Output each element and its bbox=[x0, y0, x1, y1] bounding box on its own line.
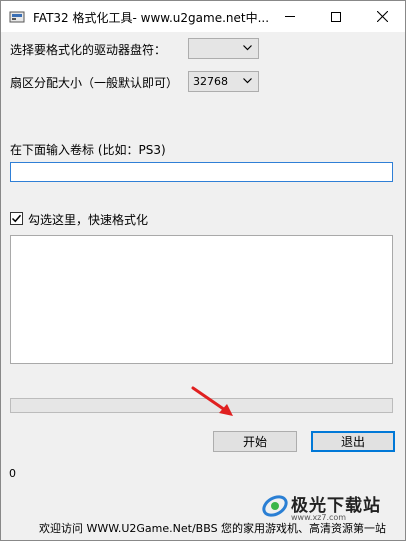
minimize-icon bbox=[285, 16, 295, 17]
quick-format-checkbox[interactable] bbox=[10, 212, 23, 225]
quick-format-label[interactable]: 勾选这里，快速格式化 bbox=[28, 211, 148, 228]
chevron-down-icon bbox=[243, 45, 252, 51]
footer-text: 欢迎访问 WWW.U2Game.Net/BBS 您的家用游戏机、高清资源第一站 bbox=[39, 522, 387, 535]
maximize-icon bbox=[331, 11, 341, 22]
log-textarea[interactable] bbox=[10, 235, 393, 364]
app-icon bbox=[9, 11, 25, 23]
close-icon bbox=[376, 11, 388, 22]
title-bar[interactable]: FAT32 格式化工具- www.u2game.net中... bbox=[1, 1, 405, 32]
drive-select[interactable] bbox=[188, 38, 259, 59]
maximize-button[interactable] bbox=[313, 1, 359, 32]
volume-label-caption: 在下面输入卷标 (比如：PS3) bbox=[10, 143, 166, 157]
sector-size-select[interactable]: 32768 bbox=[188, 71, 259, 92]
start-button[interactable]: 开始 bbox=[213, 431, 297, 452]
red-arrow-icon bbox=[191, 386, 233, 416]
aurora-logo-icon bbox=[262, 495, 288, 517]
exit-button[interactable]: 退出 bbox=[311, 431, 395, 452]
volume-label-input[interactable] bbox=[10, 162, 393, 182]
chevron-down-icon bbox=[243, 78, 252, 84]
minimize-button[interactable] bbox=[267, 1, 313, 32]
status-value: 0 bbox=[9, 467, 16, 480]
drive-label: 选择要格式化的驱动器盘符： bbox=[10, 43, 167, 57]
sector-size-value: 32768 bbox=[193, 75, 228, 88]
window-title: FAT32 格式化工具- www.u2game.net中... bbox=[33, 11, 270, 25]
check-icon bbox=[11, 214, 22, 223]
format-tool-window: FAT32 格式化工具- www.u2game.net中... 选择要格式化的驱… bbox=[0, 0, 406, 541]
close-button[interactable] bbox=[359, 1, 405, 32]
sector-size-label: 扇区分配大小（一般默认即可） bbox=[10, 76, 179, 90]
